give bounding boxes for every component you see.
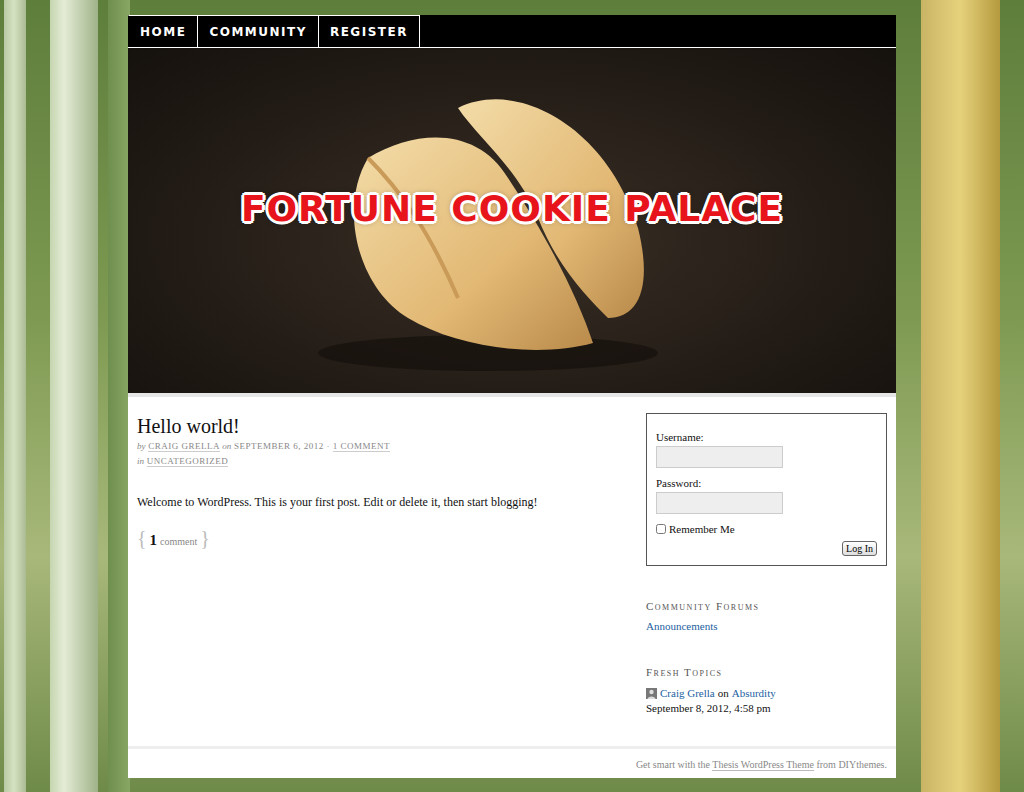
footer-link[interactable]: Thesis WordPress Theme: [712, 759, 814, 771]
forum-link[interactable]: Announcements: [646, 620, 887, 632]
login-form: Username: Password: Remember Me Log In: [646, 413, 887, 566]
login-button[interactable]: Log In: [842, 541, 877, 556]
topic-link[interactable]: Absurdity: [732, 686, 776, 701]
post-date: SEPTEMBER 6, 2012: [234, 441, 324, 451]
post-category: in UNCATEGORIZED: [137, 454, 626, 469]
site-container: HOMECOMMUNITYREGISTER FORTUNE COOKIE PALA…: [128, 15, 896, 778]
username-input[interactable]: [656, 446, 783, 468]
avatar-icon: [646, 688, 657, 699]
post: Hello world!by CRAIG GRELLA on SEPTEMBER…: [137, 413, 626, 716]
content: Hello world!by CRAIG GRELLA on SEPTEMBER…: [128, 397, 896, 746]
remember-checkbox[interactable]: [656, 524, 666, 534]
comment-count[interactable]: {1comment}: [137, 527, 626, 550]
header-banner: FORTUNE COOKIE PALACE: [128, 48, 896, 397]
author-link[interactable]: CRAIG GRELLA: [148, 441, 219, 452]
topic-item: Craig GrellaonAbsurditySeptember 8, 2012…: [646, 686, 887, 716]
sidebar: Username: Password: Remember Me Log In Commu…: [646, 413, 887, 716]
post-body: Welcome to WordPress. This is your first…: [137, 493, 626, 511]
password-label: Password:: [656, 476, 877, 490]
forums-heading: Community Forums: [646, 600, 887, 612]
nav-item[interactable]: HOME: [128, 15, 198, 47]
category-link[interactable]: UNCATEGORIZED: [147, 456, 229, 467]
post-byline: by CRAIG GRELLA on SEPTEMBER 6, 2012 · 1…: [137, 439, 626, 454]
post-title[interactable]: Hello world!: [137, 413, 626, 439]
page: HOMECOMMUNITYREGISTER FORTUNE COOKIE PALA…: [0, 0, 1024, 792]
fresh-topics-heading: Fresh Topics: [646, 666, 887, 678]
site-title[interactable]: FORTUNE COOKIE PALACE: [241, 188, 783, 229]
topic-time: September 8, 2012, 4:58 pm: [646, 701, 887, 716]
footer: Get smart with the Thesis WordPress Them…: [128, 746, 896, 778]
comments-link[interactable]: 1 COMMENT: [333, 441, 390, 452]
remember-me[interactable]: Remember Me: [656, 523, 877, 535]
password-input[interactable]: [656, 492, 783, 514]
username-label: Username:: [656, 430, 877, 444]
topic-author-link[interactable]: Craig Grella: [660, 686, 715, 701]
nav-bar: HOMECOMMUNITYREGISTER: [128, 15, 896, 48]
nav-item[interactable]: COMMUNITY: [198, 15, 319, 47]
nav-item[interactable]: REGISTER: [319, 15, 420, 47]
